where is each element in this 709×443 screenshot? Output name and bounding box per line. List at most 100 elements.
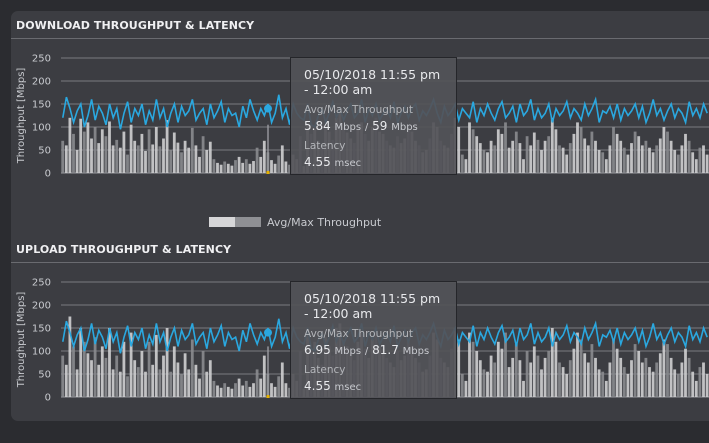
upload-throughput-bar bbox=[90, 360, 93, 397]
download-throughput-bar bbox=[572, 133, 576, 173]
download-throughput-bar bbox=[255, 147, 259, 173]
upload-throughput-bar bbox=[691, 371, 695, 397]
download-tooltip-latency-unit: msec bbox=[334, 158, 362, 169]
upload-throughput-bar bbox=[183, 353, 187, 397]
upload-throughput-bar bbox=[144, 371, 147, 397]
download-throughput-bar bbox=[72, 133, 75, 173]
download-section-title: DOWNLOAD THROUGHPUT & LATENCY bbox=[16, 19, 255, 32]
upload-throughput-bar bbox=[579, 339, 583, 397]
download-throughput-bar bbox=[554, 129, 558, 173]
upload-throughput-bar bbox=[234, 383, 237, 397]
download-tooltip-max: 59 bbox=[372, 119, 388, 133]
upload-throughput-bar bbox=[666, 344, 669, 397]
download-throughput-bar bbox=[108, 121, 111, 173]
download-y-tick-label: 200 bbox=[32, 77, 51, 88]
download-throughput-bar bbox=[176, 142, 180, 173]
upload-throughput-bar bbox=[658, 353, 662, 397]
upload-throughput-bar bbox=[565, 374, 569, 397]
upload-throughput-bar bbox=[61, 355, 65, 397]
upload-throughput-bar bbox=[169, 371, 173, 397]
download-throughput-bar bbox=[529, 145, 533, 173]
legend-swatch-max bbox=[209, 217, 235, 227]
upload-throughput-bar bbox=[237, 378, 241, 397]
upload-throughput-bar bbox=[64, 364, 68, 397]
upload-throughput-bar bbox=[702, 362, 705, 397]
download-tooltip-datetime: 05/10/2018 11:55 pm - 12:00 am bbox=[304, 67, 441, 97]
upload-throughput-bar bbox=[216, 385, 219, 397]
download-y-tick-label: 50 bbox=[38, 146, 51, 157]
upload-section-title: UPLOAD THROUGHPUT & LATENCY bbox=[16, 243, 232, 256]
download-throughput-bar bbox=[640, 145, 644, 173]
upload-tooltip-max-unit: Mbps bbox=[402, 346, 430, 357]
upload-throughput-bar bbox=[651, 371, 655, 397]
download-throughput-bar bbox=[594, 140, 597, 173]
download-tooltip-max-unit: Mbps bbox=[391, 122, 418, 133]
upload-throughput-bar bbox=[277, 376, 281, 397]
download-throughput-bar bbox=[68, 117, 72, 173]
download-throughput-bar bbox=[630, 143, 633, 173]
upload-throughput-bar bbox=[493, 362, 497, 397]
upload-throughput-bar bbox=[687, 357, 691, 397]
download-throughput-bar bbox=[277, 155, 281, 173]
upload-throughput-bar bbox=[273, 386, 277, 397]
upload-throughput-bar bbox=[248, 386, 252, 397]
chart-legend[interactable]: Avg/Max Throughput bbox=[209, 216, 381, 229]
upload-y-tick-label: 200 bbox=[32, 301, 51, 312]
download-throughput-bar bbox=[82, 131, 86, 173]
download-throughput-bar bbox=[158, 146, 162, 173]
download-throughput-bar bbox=[468, 122, 471, 173]
upload-throughput-bar bbox=[284, 383, 288, 397]
download-throughput-bar bbox=[658, 138, 662, 173]
upload-throughput-bar bbox=[478, 360, 482, 397]
download-throughput-bar bbox=[457, 127, 461, 173]
upload-throughput-bar bbox=[612, 339, 615, 397]
upload-throughput-bar bbox=[86, 353, 90, 397]
upload-throughput-bar bbox=[496, 341, 500, 397]
upload-throughput-bar bbox=[594, 357, 597, 397]
download-y-axis-label: Throughput [Mbps] bbox=[16, 68, 27, 165]
upload-throughput-bar bbox=[201, 351, 205, 397]
download-y-tick-label: 250 bbox=[32, 54, 51, 65]
upload-throughput-bar bbox=[136, 367, 140, 397]
download-tooltip-avg: 5.84 bbox=[304, 119, 331, 133]
upload-throughput-bar bbox=[673, 369, 677, 397]
download-y-tick-label: 100 bbox=[32, 123, 51, 134]
upload-hover-marker bbox=[266, 395, 270, 398]
upload-throughput-bar bbox=[104, 357, 108, 397]
upload-throughput-bar bbox=[630, 360, 633, 397]
upload-throughput-bar bbox=[514, 344, 518, 397]
download-throughput-bar bbox=[540, 150, 543, 173]
download-throughput-bar bbox=[259, 156, 263, 173]
download-throughput-bar bbox=[64, 145, 68, 173]
upload-throughput-bar bbox=[547, 351, 551, 397]
upload-throughput-bar bbox=[518, 360, 522, 397]
download-hover-marker bbox=[266, 171, 270, 174]
download-throughput-bar bbox=[651, 152, 655, 173]
upload-throughput-bar bbox=[525, 351, 529, 397]
download-throughput-bar bbox=[154, 127, 158, 173]
download-throughput-bar bbox=[655, 145, 659, 173]
download-tooltip-avg-unit: Mbps bbox=[334, 122, 362, 133]
download-throughput-bar bbox=[543, 140, 547, 173]
upload-throughput-bar bbox=[208, 360, 212, 397]
download-throughput-bar bbox=[234, 160, 237, 173]
download-throughput-bar bbox=[75, 150, 79, 173]
download-throughput-bar bbox=[93, 127, 97, 173]
upload-throughput-bar bbox=[133, 360, 137, 397]
upload-throughput-bar bbox=[255, 369, 259, 397]
download-throughput-bar bbox=[262, 140, 266, 173]
download-throughput-bar bbox=[61, 140, 65, 173]
legend-swatch-avg bbox=[235, 217, 261, 227]
download-throughput-bar bbox=[219, 164, 223, 173]
download-throughput-bar bbox=[237, 156, 241, 173]
download-y-tick-label: 0 bbox=[45, 169, 51, 180]
download-throughput-bar bbox=[532, 132, 536, 173]
upload-y-tick-label: 0 bbox=[45, 393, 51, 404]
download-throughput-bar bbox=[90, 138, 93, 173]
download-throughput-bar bbox=[579, 127, 583, 173]
download-throughput-bar bbox=[669, 140, 673, 173]
upload-tooltip-latency-value: 4.55 bbox=[304, 379, 331, 393]
upload-throughput-bar bbox=[158, 369, 162, 397]
upload-throughput-bar bbox=[252, 383, 255, 397]
upload-throughput-bar bbox=[198, 378, 201, 397]
